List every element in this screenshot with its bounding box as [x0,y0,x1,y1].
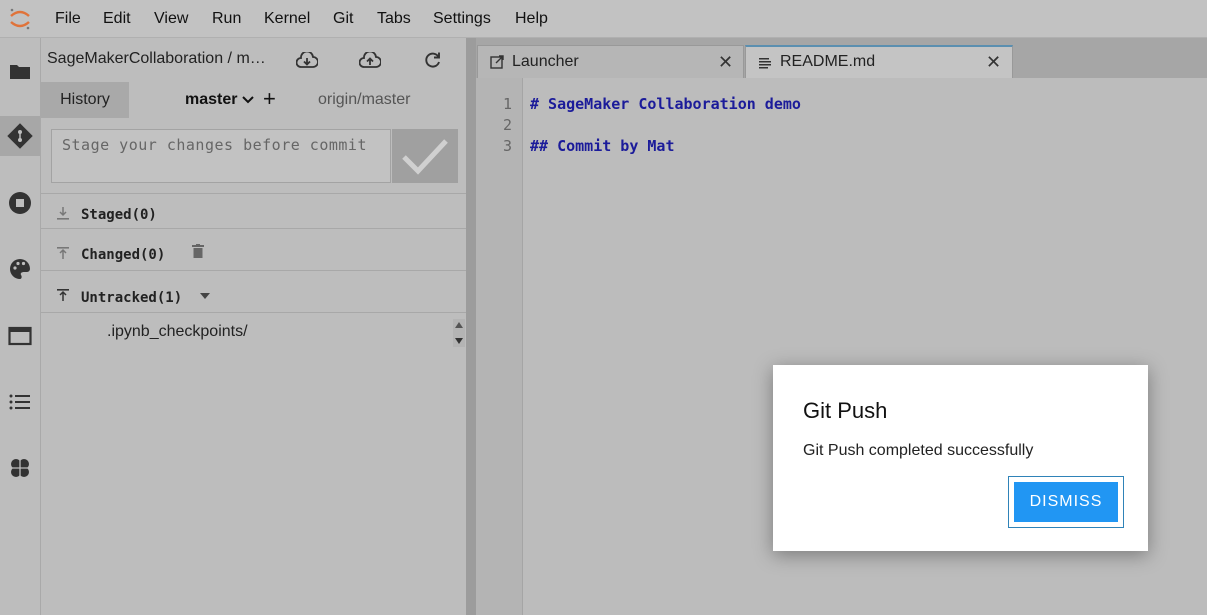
menu-tabs[interactable]: Tabs [377,10,411,28]
menu-file[interactable]: File [55,10,81,28]
cloud-download-icon [296,52,318,68]
line-number: 1 [502,95,512,113]
git-tab[interactable] [0,116,40,156]
changed-section[interactable]: Changed(0) [41,228,466,269]
repo-title[interactable]: SageMakerCollaboration / m… [47,50,275,68]
untracked-label: Untracked(1) [81,290,183,306]
push-button[interactable] [359,50,381,70]
git-panel: SageMakerCollaboration / m… History mast… [41,38,466,615]
staged-icon [57,207,69,220]
commit-message-input[interactable]: Stage your changes before commit [51,129,391,183]
table-of-contents-tab[interactable] [0,382,40,422]
open-tabs-tab[interactable] [0,316,40,356]
discard-all-trash-icon[interactable] [192,244,204,258]
extension-tab[interactable] [0,448,40,488]
refresh-button[interactable] [422,50,444,70]
code-line[interactable]: ## Commit by Mat [530,137,675,155]
jupyter-logo-icon [10,8,30,30]
new-branch-button[interactable]: + [263,88,276,110]
menu-kernel[interactable]: Kernel [264,10,310,28]
branch-selector[interactable]: master [185,91,237,109]
commands-tab[interactable] [0,249,40,289]
chevron-down-icon[interactable] [241,93,255,107]
palette-icon [10,259,30,279]
tab-bar: Launcher ✕ README.md ✕ [476,38,1207,78]
menu-run[interactable]: Run [212,10,241,28]
menu-git[interactable]: Git [333,10,353,28]
menu-view[interactable]: View [154,10,188,28]
list-icon [9,394,30,410]
untracked-icon [57,289,69,301]
folder-icon [10,65,30,79]
tab-window-icon [8,326,32,346]
untracked-file-name: .ipynb_checkpoints/ [107,323,248,340]
changed-label: Changed(0) [81,247,166,263]
running-sessions-tab[interactable] [0,183,40,223]
menu-settings[interactable]: Settings [433,10,491,28]
tab-launcher-label: Launcher [512,53,579,70]
dialog-title: Git Push [803,398,888,423]
dialog-message: Git Push completed successfully [803,442,1034,459]
menu-edit[interactable]: Edit [103,10,131,28]
checkmark-icon [402,139,448,175]
markdown-file-icon [759,58,771,69]
tab-launcher-close-icon[interactable]: ✕ [718,53,733,71]
menu-bar: File Edit View Run Kernel Git Tabs Setti… [0,0,1207,38]
brain-icon [11,459,29,477]
file-list-scrollbar[interactable] [453,319,465,347]
scroll-down-icon[interactable] [455,338,463,344]
tab-readme-close-icon[interactable]: ✕ [986,53,1001,71]
scroll-up-icon[interactable] [455,322,463,328]
refresh-icon [425,52,440,68]
repo-header: SageMakerCollaboration / m… [41,38,466,82]
tab-readme[interactable]: README.md ✕ [745,45,1013,78]
tab-readme-label: README.md [780,53,876,70]
cloud-upload-icon [359,52,381,68]
panel-splitter[interactable] [466,38,476,615]
code-line[interactable]: # SageMaker Collaboration demo [530,95,801,113]
line-number-gutter: 1 2 3 [476,78,523,615]
staged-label: Staged(0) [81,207,157,223]
pull-button[interactable] [296,50,318,70]
git-push-dialog: Git Push Git Push completed successfully… [773,365,1148,551]
line-number: 3 [502,137,512,155]
branch-row: History master + origin/master [41,82,466,118]
tab-launcher[interactable]: Launcher ✕ [477,45,744,78]
untracked-section[interactable]: Untracked(1) [41,270,466,311]
dismiss-button-focus-ring: DISMISS [1008,476,1124,528]
dismiss-button[interactable]: DISMISS [1014,482,1118,522]
launcher-icon [490,55,504,69]
activity-bar [0,38,41,615]
line-number: 2 [502,116,512,134]
stop-circle-icon [9,192,31,214]
history-tab[interactable]: History [41,82,129,118]
file-browser-tab[interactable] [0,51,40,91]
caret-down-icon[interactable] [199,292,211,300]
commit-button[interactable] [392,129,458,183]
untracked-file-row[interactable]: .ipynb_checkpoints/ [41,312,466,352]
menu-help[interactable]: Help [515,10,548,28]
changed-icon [57,247,69,259]
remote-branch-label: origin/master [318,91,411,108]
git-icon [7,123,33,149]
